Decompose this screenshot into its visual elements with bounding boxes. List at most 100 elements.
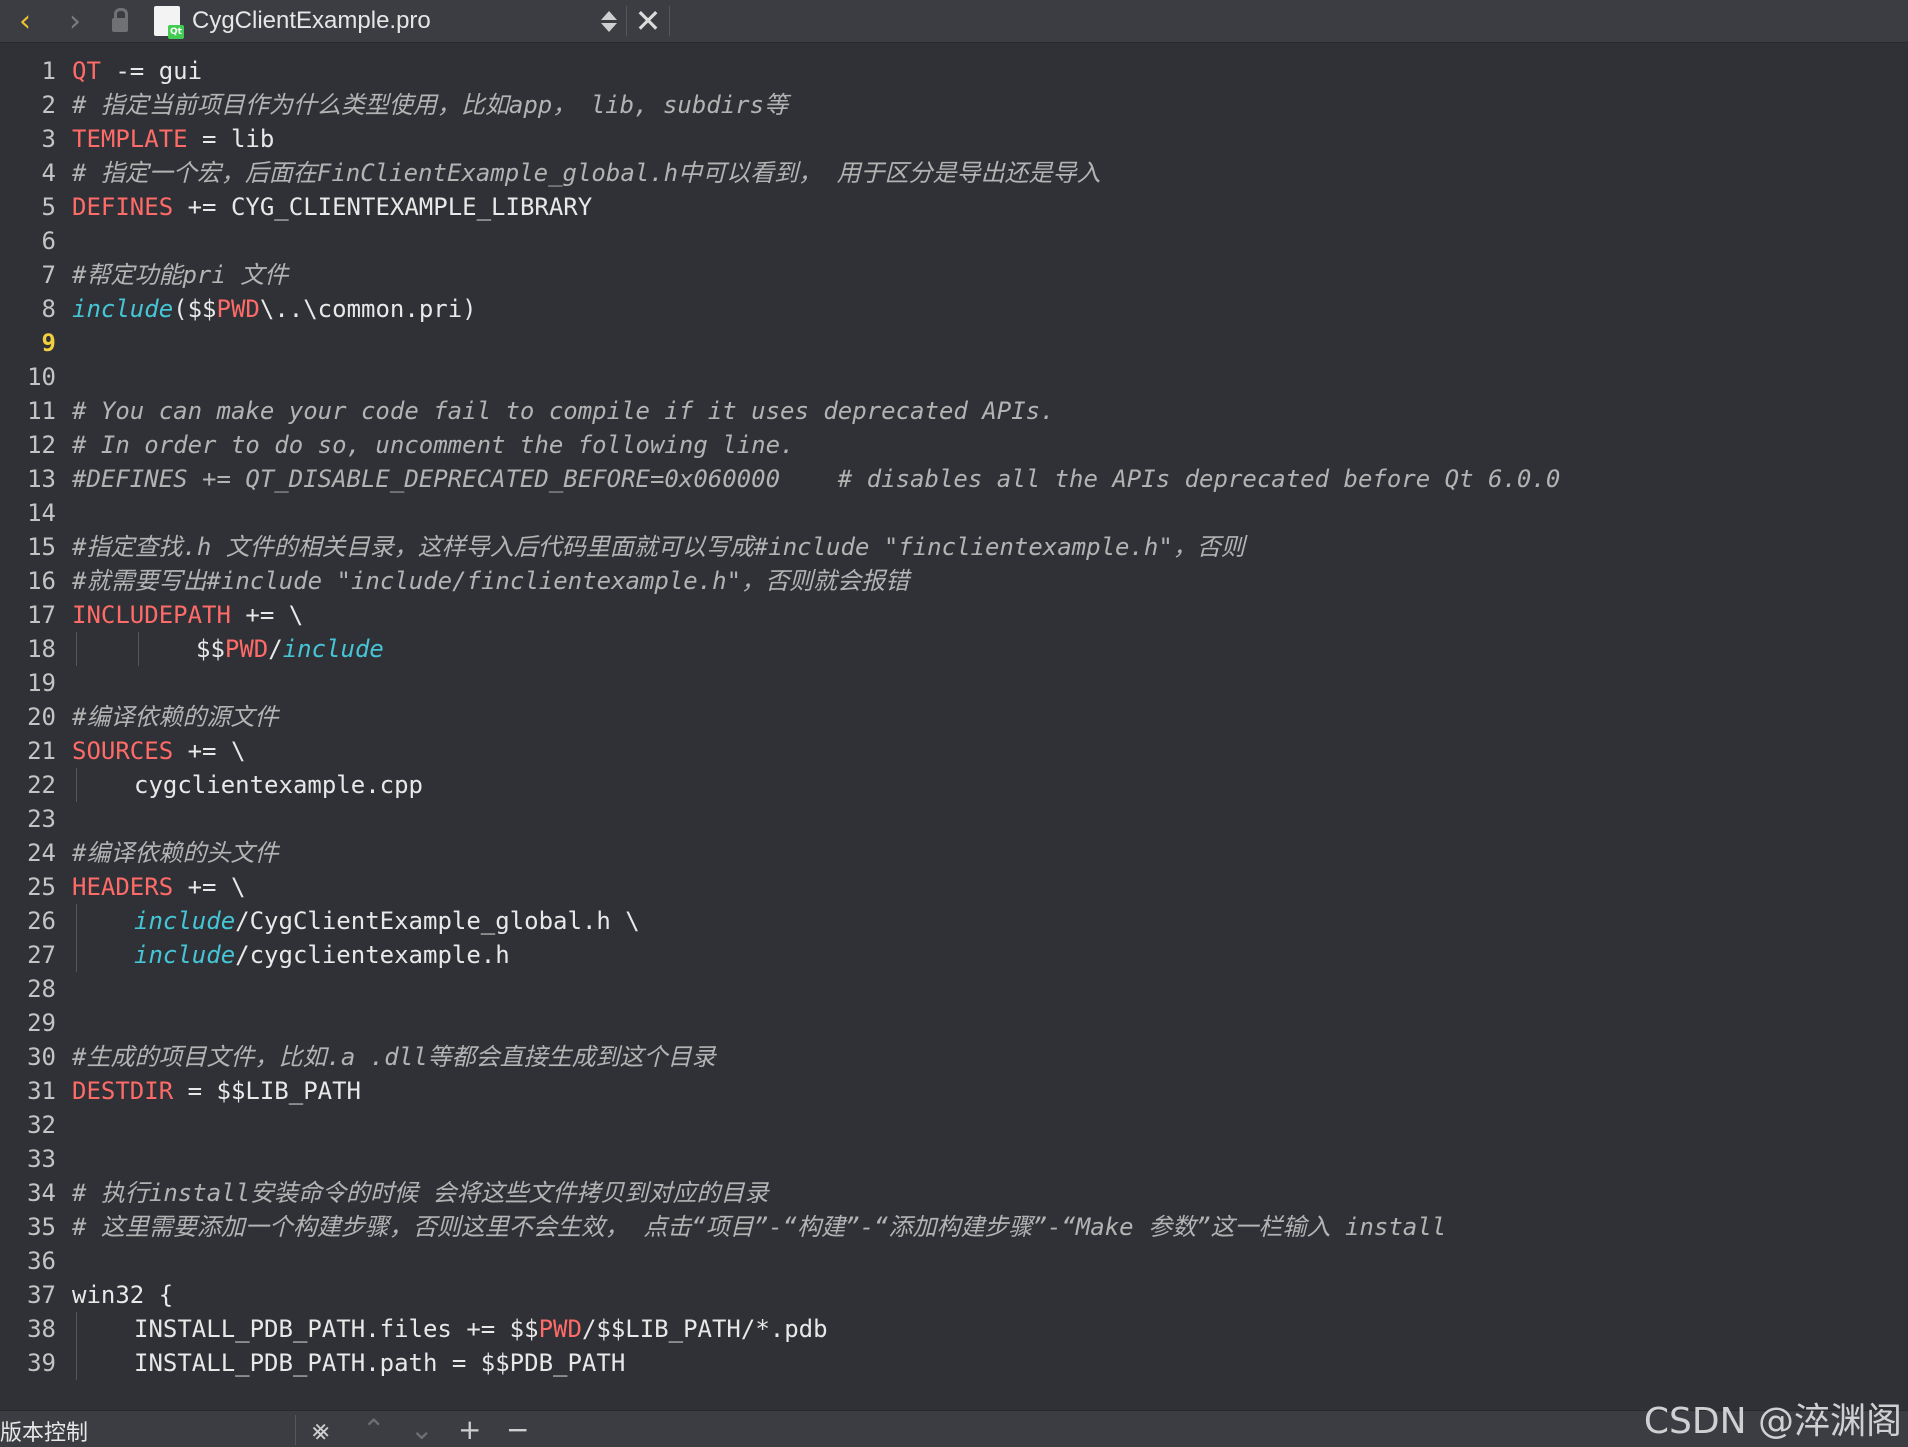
code-line[interactable]: 15 #指定查找.h 文件的相关目录，这样导入后代码里面就可以写成#include… [0,530,1908,564]
filter-icon[interactable]: ⨳ [312,1413,329,1447]
code-editor[interactable]: 1 QT -= gui 2 # 指定当前项目作为什么类型使用，比如app， lib, … [0,44,1908,1410]
indent-guide [138,632,139,666]
code-line[interactable]: 3 TEMPLATE = lib [0,122,1908,156]
version-control-label[interactable]: 版本控制 [0,1415,88,1447]
file-switcher-dropdown[interactable] [592,0,626,42]
code-token: /$$LIB_PATH/*.pdb [581,1315,828,1343]
code-text[interactable]: #就需要写出#include "include/finclientexample… [72,564,909,598]
code-text[interactable]: INCLUDEPATH += \ [72,598,303,632]
code-line[interactable]: 32 [0,1108,1908,1142]
code-text[interactable]: $$PWD/include [196,632,384,666]
keyword-token: TEMPLATE [72,125,188,153]
code-line[interactable]: 2 # 指定当前项目作为什么类型使用，比如app， lib, subdirs等 [0,88,1908,122]
code-line[interactable]: 36 [0,1244,1908,1278]
code-line[interactable]: 23 [0,802,1908,836]
chevron-left-icon[interactable]: ‹ [0,0,50,42]
code-line[interactable]: 14 [0,496,1908,530]
code-line[interactable]: 33 [0,1142,1908,1176]
code-line[interactable]: 35 # 这里需要添加一个构建步骤，否则这里不会生效， 点击“项目”-“构建”-“… [0,1210,1908,1244]
indent-guide [76,1346,77,1380]
code-line[interactable]: 29 [0,1006,1908,1040]
code-text[interactable]: #编译依赖的源文件 [72,700,278,734]
code-line[interactable]: 5 DEFINES += CYG_CLIENTEXAMPLE_LIBRARY [0,190,1908,224]
plus-icon[interactable]: + [458,1413,481,1446]
code-line[interactable]: 25 HEADERS += \ [0,870,1908,904]
close-icon[interactable]: ✕ [627,0,669,42]
code-line[interactable]: 21 SOURCES += \ [0,734,1908,768]
code-line[interactable]: 38 INSTALL_PDB_PATH.files += $$PWD/$$LIB_… [0,1312,1908,1346]
chevron-right-icon[interactable]: › [50,0,100,42]
code-line[interactable]: 12 # In order to do so, uncomment the fol… [0,428,1908,462]
code-text[interactable]: QT -= gui [72,54,202,88]
code-line[interactable]: 30 #生成的项目文件，比如.a .dll等都会直接生成到这个目录 [0,1040,1908,1074]
code-text[interactable]: #DEFINES += QT_DISABLE_DEPRECATED_BEFORE… [72,462,1560,496]
code-line[interactable]: 20 #编译依赖的源文件 [0,700,1908,734]
code-text[interactable]: HEADERS += \ [72,870,245,904]
line-number: 9 [41,329,56,357]
code-text[interactable]: SOURCES += \ [72,734,245,768]
code-line[interactable]: 22 cygclientexample.cpp [0,768,1908,802]
code-line[interactable]: 17 INCLUDEPATH += \ [0,598,1908,632]
code-text[interactable]: TEMPLATE = lib [72,122,274,156]
line-number: 34 [27,1179,56,1207]
line-number: 12 [27,431,56,459]
code-line[interactable]: 1 QT -= gui [0,54,1908,88]
code-text[interactable]: cygclientexample.cpp [134,768,423,802]
line-number: 8 [41,295,56,323]
code-text[interactable]: # You can make your code fail to compile… [72,394,1055,428]
code-text[interactable]: # In order to do so, uncomment the follo… [72,428,794,462]
code-text[interactable]: #编译依赖的头文件 [72,836,278,870]
code-line[interactable]: 39 INSTALL_PDB_PATH.path = $$PDB_PATH [0,1346,1908,1380]
keyword-token: PWD [216,295,260,323]
code-line[interactable]: 6 [0,224,1908,258]
code-line[interactable]: 7 #帮定功能pri 文件 [0,258,1908,292]
code-line[interactable]: 34 # 执行install安装命令的时候 会将这些文件拷贝到对应的目录 [0,1176,1908,1210]
code-text[interactable]: #帮定功能pri 文件 [72,258,288,292]
code-line[interactable]: 9 [0,326,1908,360]
line-number: 5 [41,193,56,221]
code-text[interactable]: INSTALL_PDB_PATH.files += $$PWD/$$LIB_PA… [134,1312,828,1346]
code-text[interactable]: DEFINES += CYG_CLIENTEXAMPLE_LIBRARY [72,190,592,224]
minus-icon[interactable]: − [506,1413,529,1446]
code-line[interactable]: 16 #就需要写出#include "include/finclientexamp… [0,564,1908,598]
indent-guide [76,904,77,938]
code-token: = $$LIB_PATH [173,1077,361,1105]
code-token: $$ [196,635,225,663]
code-text[interactable]: #指定查找.h 文件的相关目录，这样导入后代码里面就可以写成#include "… [72,530,1245,564]
code-text[interactable]: include/CygClientExample_global.h \ [134,904,640,938]
code-line[interactable]: 18 $$PWD/include [0,632,1908,666]
code-line[interactable]: 31 DESTDIR = $$LIB_PATH [0,1074,1908,1108]
code-text[interactable]: # 这里需要添加一个构建步骤，否则这里不会生效， 点击“项目”-“构建”-“添加… [72,1210,1446,1244]
code-line[interactable]: 13 #DEFINES += QT_DISABLE_DEPRECATED_BEFO… [0,462,1908,496]
code-line[interactable]: 24 #编译依赖的头文件 [0,836,1908,870]
code-text[interactable]: include/cygclientexample.h [134,938,510,972]
arrow-up-icon[interactable]: ⌃ [362,1413,385,1446]
code-line[interactable]: 19 [0,666,1908,700]
open-file-title[interactable]: CygClientExample.pro [192,7,592,35]
code-text[interactable]: #生成的项目文件，比如.a .dll等都会直接生成到这个目录 [72,1040,716,1074]
code-line[interactable]: 11 # You can make your code fail to compi… [0,394,1908,428]
code-text[interactable]: include($$PWD\..\common.pri) [72,292,477,326]
keyword-token: SOURCES [72,737,174,765]
code-token: += \ [173,737,246,765]
code-token: /CygClientExample_global.h \ [235,907,640,935]
line-number: 35 [27,1213,56,1241]
code-line[interactable]: 37 win32 { [0,1278,1908,1312]
code-text[interactable]: # 执行install安装命令的时候 会将这些文件拷贝到对应的目录 [72,1176,769,1210]
editor-tab-bar: ‹ › CygClientExample.pro ✕ [0,0,1908,43]
line-number: 18 [27,635,56,663]
code-line[interactable]: 8 include($$PWD\..\common.pri) [0,292,1908,326]
lock-icon[interactable] [100,0,140,42]
code-line[interactable]: 10 [0,360,1908,394]
arrow-down-icon[interactable]: ⌄ [410,1413,433,1446]
code-line[interactable]: 4 # 指定一个宏，后面在FinClientExample_global.h中可以… [0,156,1908,190]
code-text[interactable]: # 指定当前项目作为什么类型使用，比如app， lib, subdirs等 [72,88,788,122]
code-text[interactable]: win32 { [72,1278,173,1312]
code-line[interactable]: 28 [0,972,1908,1006]
function-token: include [282,635,384,663]
code-line[interactable]: 26 include/CygClientExample_global.h \ [0,904,1908,938]
code-line[interactable]: 27 include/cygclientexample.h [0,938,1908,972]
code-text[interactable]: INSTALL_PDB_PATH.path = $$PDB_PATH [134,1346,625,1380]
code-text[interactable]: # 指定一个宏，后面在FinClientExample_global.h中可以看… [72,156,1101,190]
code-text[interactable]: DESTDIR = $$LIB_PATH [72,1074,361,1108]
